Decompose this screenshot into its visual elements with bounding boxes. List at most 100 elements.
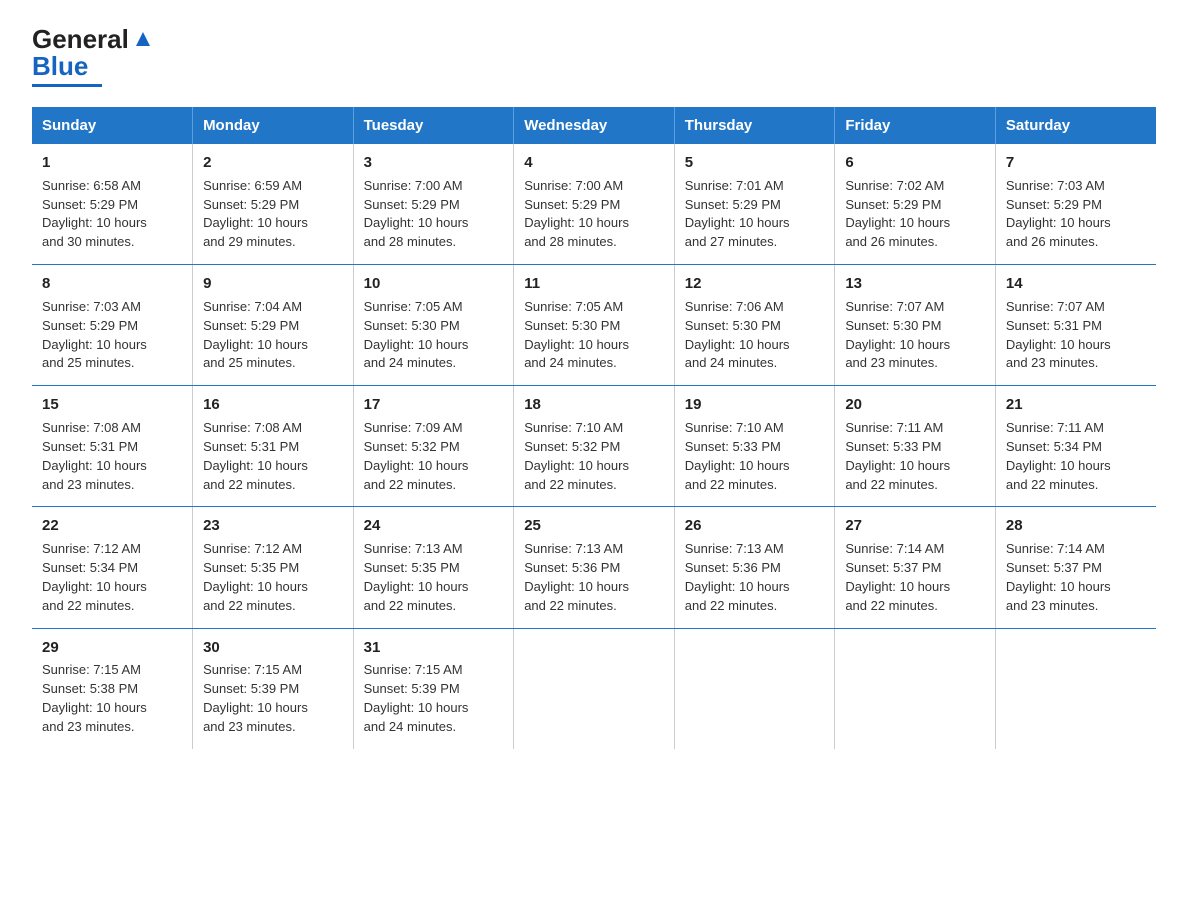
calendar-cell: 26Sunrise: 7:13 AM Sunset: 5:36 PM Dayli… bbox=[674, 507, 835, 628]
logo-blue-text: Blue bbox=[32, 51, 88, 82]
day-info: Sunrise: 6:58 AM Sunset: 5:29 PM Dayligh… bbox=[42, 177, 182, 252]
weekday-header-row: SundayMondayTuesdayWednesdayThursdayFrid… bbox=[32, 107, 1156, 144]
day-number: 26 bbox=[685, 515, 825, 537]
calendar-table: SundayMondayTuesdayWednesdayThursdayFrid… bbox=[32, 107, 1156, 749]
day-info: Sunrise: 7:08 AM Sunset: 5:31 PM Dayligh… bbox=[203, 419, 343, 494]
day-info: Sunrise: 7:09 AM Sunset: 5:32 PM Dayligh… bbox=[364, 419, 504, 494]
day-info: Sunrise: 7:15 AM Sunset: 5:39 PM Dayligh… bbox=[364, 661, 504, 736]
calendar-cell: 17 Sunrise: 7:09 AM Sunset: 5:32 PM Dayli… bbox=[353, 386, 514, 507]
day-number: 5 bbox=[685, 152, 825, 174]
calendar-cell: 28Sunrise: 7:14 AM Sunset: 5:37 PM Dayli… bbox=[995, 507, 1156, 628]
calendar-cell: 6Sunrise: 7:02 AM Sunset: 5:29 PM Daylig… bbox=[835, 144, 996, 265]
weekday-header-saturday: Saturday bbox=[995, 107, 1156, 144]
week-row-2: 8 Sunrise: 7:03 AM Sunset: 5:29 PM Daylig… bbox=[32, 265, 1156, 386]
day-number: 18 bbox=[524, 394, 664, 416]
day-number: 6 bbox=[845, 152, 985, 174]
day-number: 14 bbox=[1006, 273, 1146, 295]
day-info: Sunrise: 7:13 AM Sunset: 5:35 PM Dayligh… bbox=[364, 540, 504, 615]
calendar-cell: 22Sunrise: 7:12 AM Sunset: 5:34 PM Dayli… bbox=[32, 507, 193, 628]
calendar-cell: 30Sunrise: 7:15 AM Sunset: 5:39 PM Dayli… bbox=[193, 628, 354, 749]
logo-triangle-icon bbox=[132, 28, 154, 50]
day-number: 13 bbox=[845, 273, 985, 295]
day-number: 4 bbox=[524, 152, 664, 174]
weekday-header-thursday: Thursday bbox=[674, 107, 835, 144]
calendar-cell bbox=[995, 628, 1156, 749]
day-number: 31 bbox=[364, 637, 504, 659]
calendar-cell bbox=[674, 628, 835, 749]
calendar-cell: 19Sunrise: 7:10 AM Sunset: 5:33 PM Dayli… bbox=[674, 386, 835, 507]
logo-underline bbox=[32, 84, 102, 87]
day-info: Sunrise: 7:05 AM Sunset: 5:30 PM Dayligh… bbox=[524, 298, 664, 373]
day-number: 20 bbox=[845, 394, 985, 416]
calendar-cell: 2 Sunrise: 6:59 AM Sunset: 5:29 PM Daylig… bbox=[193, 144, 354, 265]
day-number: 24 bbox=[364, 515, 504, 537]
day-info: Sunrise: 7:07 AM Sunset: 5:31 PM Dayligh… bbox=[1006, 298, 1146, 373]
day-number: 25 bbox=[524, 515, 664, 537]
day-info: Sunrise: 7:12 AM Sunset: 5:35 PM Dayligh… bbox=[203, 540, 343, 615]
calendar-cell: 1 Sunrise: 6:58 AM Sunset: 5:29 PM Daylig… bbox=[32, 144, 193, 265]
day-info: Sunrise: 7:08 AM Sunset: 5:31 PM Dayligh… bbox=[42, 419, 182, 494]
day-number: 2 bbox=[203, 152, 343, 174]
calendar-cell: 10 Sunrise: 7:05 AM Sunset: 5:30 PM Dayli… bbox=[353, 265, 514, 386]
weekday-header-tuesday: Tuesday bbox=[353, 107, 514, 144]
day-info: Sunrise: 7:13 AM Sunset: 5:36 PM Dayligh… bbox=[524, 540, 664, 615]
calendar-cell: 16 Sunrise: 7:08 AM Sunset: 5:31 PM Dayli… bbox=[193, 386, 354, 507]
day-number: 28 bbox=[1006, 515, 1146, 537]
day-info: Sunrise: 7:05 AM Sunset: 5:30 PM Dayligh… bbox=[364, 298, 504, 373]
day-info: Sunrise: 7:06 AM Sunset: 5:30 PM Dayligh… bbox=[685, 298, 825, 373]
day-number: 1 bbox=[42, 152, 182, 174]
logo: General Blue bbox=[32, 24, 154, 87]
week-row-5: 29Sunrise: 7:15 AM Sunset: 5:38 PM Dayli… bbox=[32, 628, 1156, 749]
calendar-cell: 15 Sunrise: 7:08 AM Sunset: 5:31 PM Dayli… bbox=[32, 386, 193, 507]
day-number: 15 bbox=[42, 394, 182, 416]
day-number: 10 bbox=[364, 273, 504, 295]
weekday-header-sunday: Sunday bbox=[32, 107, 193, 144]
calendar-cell bbox=[835, 628, 996, 749]
day-number: 9 bbox=[203, 273, 343, 295]
page-header: General Blue bbox=[32, 24, 1156, 87]
day-info: Sunrise: 7:14 AM Sunset: 5:37 PM Dayligh… bbox=[845, 540, 985, 615]
day-info: Sunrise: 7:04 AM Sunset: 5:29 PM Dayligh… bbox=[203, 298, 343, 373]
day-number: 11 bbox=[524, 273, 664, 295]
day-number: 19 bbox=[685, 394, 825, 416]
weekday-header-monday: Monday bbox=[193, 107, 354, 144]
calendar-cell: 25 Sunrise: 7:13 AM Sunset: 5:36 PM Dayli… bbox=[514, 507, 675, 628]
day-info: Sunrise: 7:00 AM Sunset: 5:29 PM Dayligh… bbox=[524, 177, 664, 252]
calendar-cell: 8 Sunrise: 7:03 AM Sunset: 5:29 PM Daylig… bbox=[32, 265, 193, 386]
calendar-cell: 31Sunrise: 7:15 AM Sunset: 5:39 PM Dayli… bbox=[353, 628, 514, 749]
day-number: 17 bbox=[364, 394, 504, 416]
day-number: 16 bbox=[203, 394, 343, 416]
calendar-cell: 3Sunrise: 7:00 AM Sunset: 5:29 PM Daylig… bbox=[353, 144, 514, 265]
calendar-cell: 14 Sunrise: 7:07 AM Sunset: 5:31 PM Dayli… bbox=[995, 265, 1156, 386]
calendar-cell: 7 Sunrise: 7:03 AM Sunset: 5:29 PM Daylig… bbox=[995, 144, 1156, 265]
calendar-cell: 11 Sunrise: 7:05 AM Sunset: 5:30 PM Dayli… bbox=[514, 265, 675, 386]
day-info: Sunrise: 7:03 AM Sunset: 5:29 PM Dayligh… bbox=[1006, 177, 1146, 252]
day-info: Sunrise: 7:07 AM Sunset: 5:30 PM Dayligh… bbox=[845, 298, 985, 373]
calendar-cell: 20Sunrise: 7:11 AM Sunset: 5:33 PM Dayli… bbox=[835, 386, 996, 507]
day-number: 29 bbox=[42, 637, 182, 659]
day-info: Sunrise: 7:15 AM Sunset: 5:38 PM Dayligh… bbox=[42, 661, 182, 736]
week-row-4: 22Sunrise: 7:12 AM Sunset: 5:34 PM Dayli… bbox=[32, 507, 1156, 628]
day-number: 12 bbox=[685, 273, 825, 295]
day-info: Sunrise: 7:03 AM Sunset: 5:29 PM Dayligh… bbox=[42, 298, 182, 373]
calendar-cell: 27 Sunrise: 7:14 AM Sunset: 5:37 PM Dayli… bbox=[835, 507, 996, 628]
day-info: Sunrise: 6:59 AM Sunset: 5:29 PM Dayligh… bbox=[203, 177, 343, 252]
weekday-header-friday: Friday bbox=[835, 107, 996, 144]
day-number: 21 bbox=[1006, 394, 1146, 416]
day-info: Sunrise: 7:00 AM Sunset: 5:29 PM Dayligh… bbox=[364, 177, 504, 252]
calendar-cell: 29Sunrise: 7:15 AM Sunset: 5:38 PM Dayli… bbox=[32, 628, 193, 749]
week-row-3: 15 Sunrise: 7:08 AM Sunset: 5:31 PM Dayli… bbox=[32, 386, 1156, 507]
day-info: Sunrise: 7:01 AM Sunset: 5:29 PM Dayligh… bbox=[685, 177, 825, 252]
calendar-cell: 9 Sunrise: 7:04 AM Sunset: 5:29 PM Daylig… bbox=[193, 265, 354, 386]
weekday-header-wednesday: Wednesday bbox=[514, 107, 675, 144]
calendar-cell: 4 Sunrise: 7:00 AM Sunset: 5:29 PM Daylig… bbox=[514, 144, 675, 265]
day-number: 22 bbox=[42, 515, 182, 537]
day-info: Sunrise: 7:15 AM Sunset: 5:39 PM Dayligh… bbox=[203, 661, 343, 736]
week-row-1: 1 Sunrise: 6:58 AM Sunset: 5:29 PM Daylig… bbox=[32, 144, 1156, 265]
day-number: 27 bbox=[845, 515, 985, 537]
day-number: 7 bbox=[1006, 152, 1146, 174]
day-number: 8 bbox=[42, 273, 182, 295]
calendar-cell: 18Sunrise: 7:10 AM Sunset: 5:32 PM Dayli… bbox=[514, 386, 675, 507]
calendar-cell: 5 Sunrise: 7:01 AM Sunset: 5:29 PM Daylig… bbox=[674, 144, 835, 265]
calendar-cell bbox=[514, 628, 675, 749]
